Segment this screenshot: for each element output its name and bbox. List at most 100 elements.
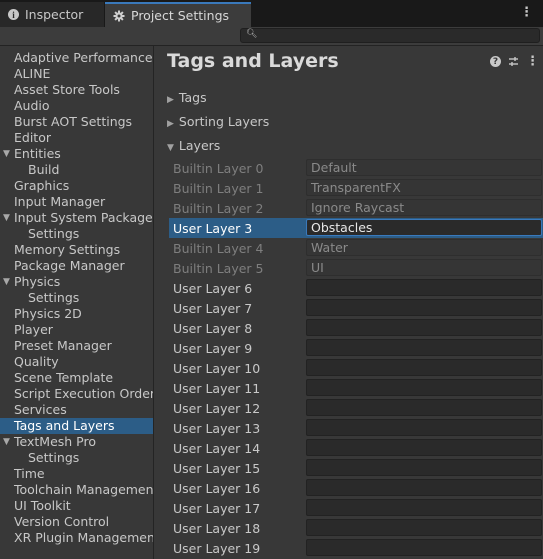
search-icon: 🔍︎ xyxy=(246,29,258,39)
layer-name-field[interactable] xyxy=(306,379,542,396)
layer-row: User Layer 7 xyxy=(169,298,543,318)
layer-row: User Layer 9 xyxy=(169,338,543,358)
more-options-icon[interactable]: ⋮ xyxy=(526,54,539,69)
search-row: 🔍︎ xyxy=(0,27,543,46)
sidebar-item[interactable]: Scene Template xyxy=(0,370,153,386)
sidebar-item[interactable]: Editor xyxy=(0,130,153,146)
window-tab-bar: i Inspector Project Settings ⋮ xyxy=(0,0,543,27)
settings-sidebar: Adaptive Performance ALINE Asset Store Too… xyxy=(0,46,154,559)
layer-name-field: TransparentFX xyxy=(306,179,542,196)
foldout-expanded-icon: ▼ xyxy=(167,143,174,153)
layer-name-field[interactable] xyxy=(306,279,542,296)
layer-name-field[interactable] xyxy=(306,499,542,516)
layer-label: User Layer 11 xyxy=(173,381,261,396)
settings-main-panel: Tags and Layers ? ⋮ ▶ Tags ▶ Sorting Layer… xyxy=(155,46,543,559)
preset-icon[interactable] xyxy=(508,56,519,67)
sidebar-item[interactable]: Time xyxy=(0,466,153,482)
sidebar-item[interactable]: Memory Settings xyxy=(0,242,153,258)
layer-name-field[interactable] xyxy=(306,399,542,416)
sidebar-item[interactable]: UI Toolkit xyxy=(0,498,153,514)
layer-name-field[interactable] xyxy=(306,519,542,536)
gear-icon xyxy=(113,10,125,21)
sidebar-item-label: TextMesh Pro xyxy=(14,434,96,449)
sidebar-item[interactable]: Tags and Layers xyxy=(0,418,153,434)
sidebar-item[interactable]: Burst AOT Settings xyxy=(0,114,153,130)
search-input[interactable] xyxy=(240,28,540,43)
layer-name-field[interactable] xyxy=(306,439,542,456)
sidebar-item[interactable]: Graphics xyxy=(0,178,153,194)
layer-row: Builtin Layer 0 Default xyxy=(169,158,543,178)
sidebar-item[interactable]: ▼ Entities xyxy=(0,146,153,162)
sidebar-item[interactable]: ▼ Physics xyxy=(0,274,153,290)
layer-name-field[interactable]: Obstacles xyxy=(306,219,542,236)
layer-label: Builtin Layer 4 xyxy=(173,241,264,256)
layer-row: User Layer 15 xyxy=(169,458,543,478)
sidebar-item[interactable]: Audio xyxy=(0,98,153,114)
expand-arrow-icon[interactable]: ▼ xyxy=(3,434,10,450)
layer-row: Builtin Layer 2 Ignore Raycast xyxy=(169,198,543,218)
sidebar-item[interactable]: Asset Store Tools xyxy=(0,82,153,98)
expand-arrow-icon[interactable]: ▼ xyxy=(3,210,10,226)
sidebar-item-label: Adaptive Performance xyxy=(14,50,153,65)
sidebar-item[interactable]: Version Control xyxy=(0,514,153,530)
layer-name-field: Ignore Raycast xyxy=(306,199,542,216)
foldout-tags[interactable]: ▶ Tags xyxy=(167,89,207,107)
sidebar-item[interactable]: Settings xyxy=(0,450,153,466)
sidebar-item-label: Player xyxy=(14,322,53,337)
sidebar-item-label: Asset Store Tools xyxy=(14,82,120,97)
layer-name-field: Water xyxy=(306,239,542,256)
sidebar-item[interactable]: Input Manager xyxy=(0,194,153,210)
tab-project-settings[interactable]: Project Settings xyxy=(105,2,251,27)
sidebar-item[interactable]: Toolchain Management xyxy=(0,482,153,498)
foldout-sorting-layers[interactable]: ▶ Sorting Layers xyxy=(167,113,269,131)
layer-name-field[interactable] xyxy=(306,339,542,356)
expand-arrow-icon[interactable]: ▼ xyxy=(3,146,10,162)
sidebar-item-label: ALINE xyxy=(14,66,51,81)
window-menu-icon[interactable]: ⋮ xyxy=(520,4,533,22)
sidebar-item-label: Settings xyxy=(28,290,80,305)
layer-row: Builtin Layer 1 TransparentFX xyxy=(169,178,543,198)
layer-name-field[interactable] xyxy=(306,479,542,496)
sidebar-item[interactable]: Player xyxy=(0,322,153,338)
sidebar-item-label: Editor xyxy=(14,130,51,145)
layer-name-field[interactable] xyxy=(306,539,542,556)
sidebar-item[interactable]: ▼ TextMesh Pro xyxy=(0,434,153,450)
layer-row: User Layer 14 xyxy=(169,438,543,458)
sidebar-item-label: Preset Manager xyxy=(14,338,112,353)
sidebar-item[interactable]: Settings xyxy=(0,226,153,242)
sidebar-item[interactable]: Preset Manager xyxy=(0,338,153,354)
sidebar-item[interactable]: Settings xyxy=(0,290,153,306)
expand-arrow-icon[interactable]: ▼ xyxy=(3,274,10,290)
sidebar-item-label: Physics xyxy=(14,274,61,289)
layer-row: Builtin Layer 5 UI xyxy=(169,258,543,278)
sidebar-item[interactable]: Quality xyxy=(0,354,153,370)
sidebar-item[interactable]: Physics 2D xyxy=(0,306,153,322)
foldout-layers-label: Layers xyxy=(178,138,221,153)
sidebar-item[interactable]: XR Plugin Management xyxy=(0,530,153,546)
sidebar-item[interactable]: Services xyxy=(0,402,153,418)
help-icon[interactable]: ? xyxy=(490,56,501,67)
sidebar-item[interactable]: ▼ Input System Package xyxy=(0,210,153,226)
layer-row: User Layer 8 xyxy=(169,318,543,338)
sidebar-item[interactable]: Build xyxy=(0,162,153,178)
foldout-sorting-layers-label: Sorting Layers xyxy=(178,114,270,129)
layer-row: Builtin Layer 4 Water xyxy=(169,238,543,258)
layer-name-field[interactable] xyxy=(306,459,542,476)
layer-name-field: Default xyxy=(306,159,542,176)
sidebar-item-label: Toolchain Management xyxy=(14,482,154,497)
layer-name-field[interactable] xyxy=(306,319,542,336)
sidebar-item[interactable]: Package Manager xyxy=(0,258,153,274)
layer-name-field[interactable] xyxy=(306,359,542,376)
layer-name-field[interactable] xyxy=(306,299,542,316)
sidebar-item[interactable]: Script Execution Order xyxy=(0,386,153,402)
info-icon: i xyxy=(8,9,19,20)
layer-name-field[interactable] xyxy=(306,419,542,436)
sidebar-item-label: Tags and Layers xyxy=(14,418,115,433)
foldout-layers[interactable]: ▼ Layers xyxy=(167,137,220,155)
sidebar-item[interactable]: ALINE xyxy=(0,66,153,82)
sidebar-item-label: Build xyxy=(28,162,60,177)
tab-inspector[interactable]: i Inspector xyxy=(0,2,104,27)
sidebar-item-label: Audio xyxy=(14,98,50,113)
sidebar-item[interactable]: Adaptive Performance xyxy=(0,50,153,66)
sidebar-item-label: Package Manager xyxy=(14,258,125,273)
